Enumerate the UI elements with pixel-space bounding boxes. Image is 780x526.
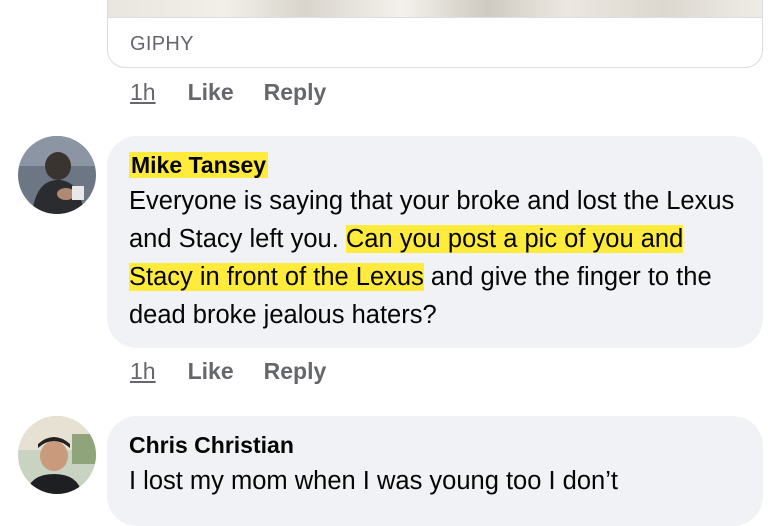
author-name[interactable]: Mike Tansey xyxy=(129,152,269,178)
comment-bubble: Mike Tansey Everyone is saying that your… xyxy=(107,136,763,348)
comment-text: I lost my mom when I was young too I don… xyxy=(129,467,618,495)
comment-actions: 1h Like Reply xyxy=(130,79,356,106)
giphy-source-label: GIPHY xyxy=(130,33,194,55)
comment-timestamp[interactable]: 1h xyxy=(130,79,156,106)
avatar-photo xyxy=(18,136,96,214)
reply-button[interactable]: Reply xyxy=(264,79,327,106)
avatar-chris-christian[interactable] xyxy=(18,416,96,494)
avatar-mike-tansey[interactable] xyxy=(18,136,96,214)
comment-timestamp[interactable]: 1h xyxy=(130,358,156,385)
author-name[interactable]: Chris Christian xyxy=(129,430,741,460)
comment-actions: 1h Like Reply xyxy=(130,358,356,385)
giphy-image[interactable] xyxy=(108,0,762,18)
comment-author[interactable]: Mike Tansey xyxy=(129,150,741,180)
comment-bubble: Chris Christian I lost my mom when I was… xyxy=(107,416,763,526)
giphy-attachment-card[interactable]: GIPHY xyxy=(107,0,763,68)
avatar-photo xyxy=(18,416,96,494)
comment-text: Everyone is saying that your broke and l… xyxy=(129,182,741,334)
reply-button[interactable]: Reply xyxy=(264,358,327,385)
like-button[interactable]: Like xyxy=(188,79,234,106)
like-button[interactable]: Like xyxy=(188,358,234,385)
